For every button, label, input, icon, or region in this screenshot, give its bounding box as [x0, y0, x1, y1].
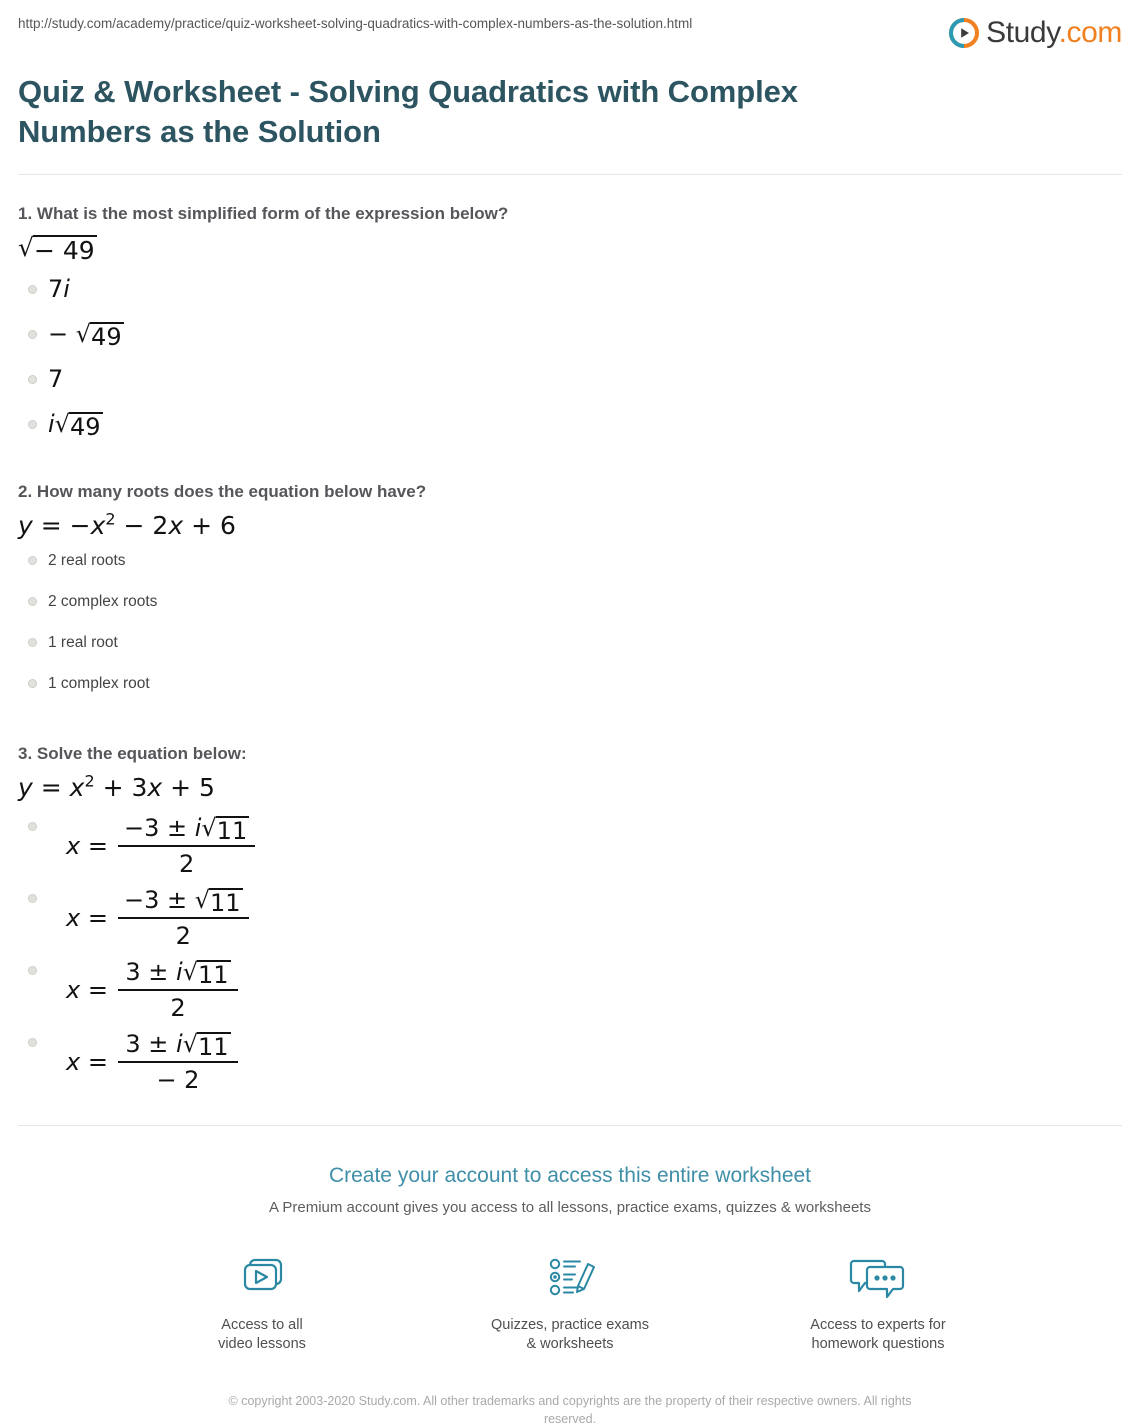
question-2-options: 2 real roots 2 complex roots 1 real root… — [18, 551, 1122, 693]
fraction: 3 ± i √ 11 − 2 — [117, 1029, 238, 1095]
logo-tld: .com — [1058, 16, 1123, 49]
question-1-equation: √ − 49 — [18, 231, 1122, 265]
logo-name: Study — [986, 16, 1059, 49]
feature-video-lessons: Access to all video lessons — [167, 1250, 357, 1354]
question-3-text: Solve the equation below: — [36, 744, 247, 763]
option-3c[interactable]: x = 3 ± i √ 11 2 — [18, 957, 1122, 1023]
option-label: 1 complex root — [48, 675, 150, 692]
option-3d[interactable]: x = 3 ± i √ 11 − 2 — [18, 1029, 1122, 1095]
page-url: http://study.com/academy/practice/quiz-w… — [18, 16, 693, 31]
option-label: x = −3 ± √ 11 2 — [48, 885, 249, 951]
option-2c[interactable]: 1 real root — [18, 633, 1122, 652]
option-label: x = 3 ± i √ 11 − 2 — [48, 1029, 238, 1095]
video-lessons-icon — [167, 1250, 357, 1306]
option-label: 7 — [48, 365, 64, 393]
radio-button[interactable] — [28, 556, 37, 565]
radio-button[interactable] — [28, 420, 37, 429]
question-1: 1. What is the most simplified form of t… — [18, 175, 1122, 440]
feature-label: Access to experts for homework questions — [810, 1317, 946, 1352]
option-2b[interactable]: 2 complex roots — [18, 592, 1122, 611]
radio-button[interactable] — [28, 1038, 37, 1047]
radio-button[interactable] — [28, 966, 37, 975]
fraction: −3 ± √ 11 2 — [117, 885, 249, 951]
option-label: 2 complex roots — [48, 593, 158, 610]
question-2-equation: y = −x2 − 2x + 6 — [18, 509, 236, 540]
radio-button[interactable] — [28, 679, 37, 688]
radio-button[interactable] — [28, 638, 37, 647]
question-1-options: 7i − √ 49 7 i √ 49 — [18, 273, 1122, 440]
option-2a[interactable]: 2 real roots — [18, 551, 1122, 570]
feature-list: Access to all video lessons Quizzes, pra… — [18, 1250, 1122, 1354]
page-title: Quiz & Worksheet - Solving Quadratics wi… — [18, 74, 798, 149]
question-2-text: How many roots does the equation below h… — [36, 482, 427, 501]
feature-expert-help: Access to experts for homework questions — [783, 1250, 973, 1354]
numerator: 3 ± i √ 11 — [125, 958, 231, 989]
option-1b[interactable]: − √ 49 — [18, 318, 1122, 350]
question-3-options: x = −3 ± i √ 11 2 x = −3 ± √ 11 2 x = 3 … — [18, 813, 1122, 1095]
option-3b[interactable]: x = −3 ± √ 11 2 — [18, 885, 1122, 951]
radio-button[interactable] — [28, 285, 37, 294]
radical-sign: √ — [18, 233, 34, 262]
numerator: 3 ± i √ 11 — [125, 1030, 231, 1061]
cta-subtext: A Premium account gives you access to al… — [269, 1199, 871, 1216]
numerator: −3 ± √ 11 — [123, 886, 243, 917]
option-label: − √ 49 — [48, 320, 124, 351]
radio-button[interactable] — [28, 894, 37, 903]
question-1-text: What is the most simplified form of the … — [36, 204, 509, 223]
question-2-number: 2. — [18, 482, 33, 501]
fraction: 3 ± i √ 11 2 — [117, 957, 238, 1023]
option-label: 1 real root — [48, 634, 118, 651]
radio-button[interactable] — [28, 330, 37, 339]
worksheet-page: http://study.com/academy/practice/quiz-w… — [0, 0, 1140, 1428]
denominator: 2 — [175, 922, 191, 950]
option-1c[interactable]: 7 — [18, 363, 1122, 395]
copyright-notice: © copyright 2003-2020 Study.com. All oth… — [228, 1394, 912, 1426]
question-1-prompt: 1. What is the most simplified form of t… — [18, 203, 1122, 225]
option-label: x = 3 ± i √ 11 2 — [48, 957, 238, 1023]
option-label: 2 real roots — [48, 552, 126, 569]
option-label: i √ 49 — [48, 410, 103, 441]
radio-button[interactable] — [28, 822, 37, 831]
radicand: − 49 — [32, 235, 97, 265]
speech-bubbles-icon — [783, 1250, 973, 1306]
question-1-number: 1. — [18, 204, 33, 223]
radio-button[interactable] — [28, 597, 37, 606]
denominator: − 2 — [156, 1066, 200, 1094]
radical-expression: √ − 49 — [18, 235, 97, 263]
option-1d[interactable]: i √ 49 — [18, 408, 1122, 440]
radio-button[interactable] — [28, 375, 37, 384]
option-2d[interactable]: 1 complex root — [18, 674, 1122, 693]
option-label: x = −3 ± i √ 11 2 — [48, 813, 256, 879]
question-3: 3. Solve the equation below: y = x2 + 3x… — [18, 715, 1122, 1095]
logo-wordmark: Study.com — [986, 16, 1122, 50]
question-3-equation: y = x2 + 3x + 5 — [18, 771, 215, 802]
option-3a[interactable]: x = −3 ± i √ 11 2 — [18, 813, 1122, 879]
page-header: http://study.com/academy/practice/quiz-w… — [18, 0, 1122, 50]
question-3-number: 3. — [18, 744, 33, 763]
feature-label: Quizzes, practice exams & worksheets — [491, 1317, 649, 1352]
option-1a[interactable]: 7i — [18, 273, 1122, 305]
question-3-prompt: 3. Solve the equation below: — [18, 743, 1122, 765]
numerator: −3 ± i √ 11 — [123, 814, 250, 845]
quiz-worksheet-pencil-icon — [475, 1250, 665, 1306]
play-circle-icon — [949, 18, 980, 48]
fraction: −3 ± i √ 11 2 — [117, 813, 256, 879]
question-2-prompt: 2. How many roots does the equation belo… — [18, 481, 1122, 503]
study-com-logo[interactable]: Study.com — [949, 14, 1122, 50]
denominator: 2 — [170, 994, 186, 1022]
feature-quizzes-worksheets: Quizzes, practice exams & worksheets — [475, 1250, 665, 1354]
denominator: 2 — [178, 850, 195, 878]
option-label: 7i — [48, 275, 70, 303]
create-account-cta: Create your account to access this entir… — [18, 1126, 1122, 1428]
feature-label: Access to all video lessons — [218, 1317, 306, 1352]
question-2: 2. How many roots does the equation belo… — [18, 453, 1122, 693]
cta-headline-link[interactable]: Create your account to access this entir… — [18, 1162, 1122, 1190]
